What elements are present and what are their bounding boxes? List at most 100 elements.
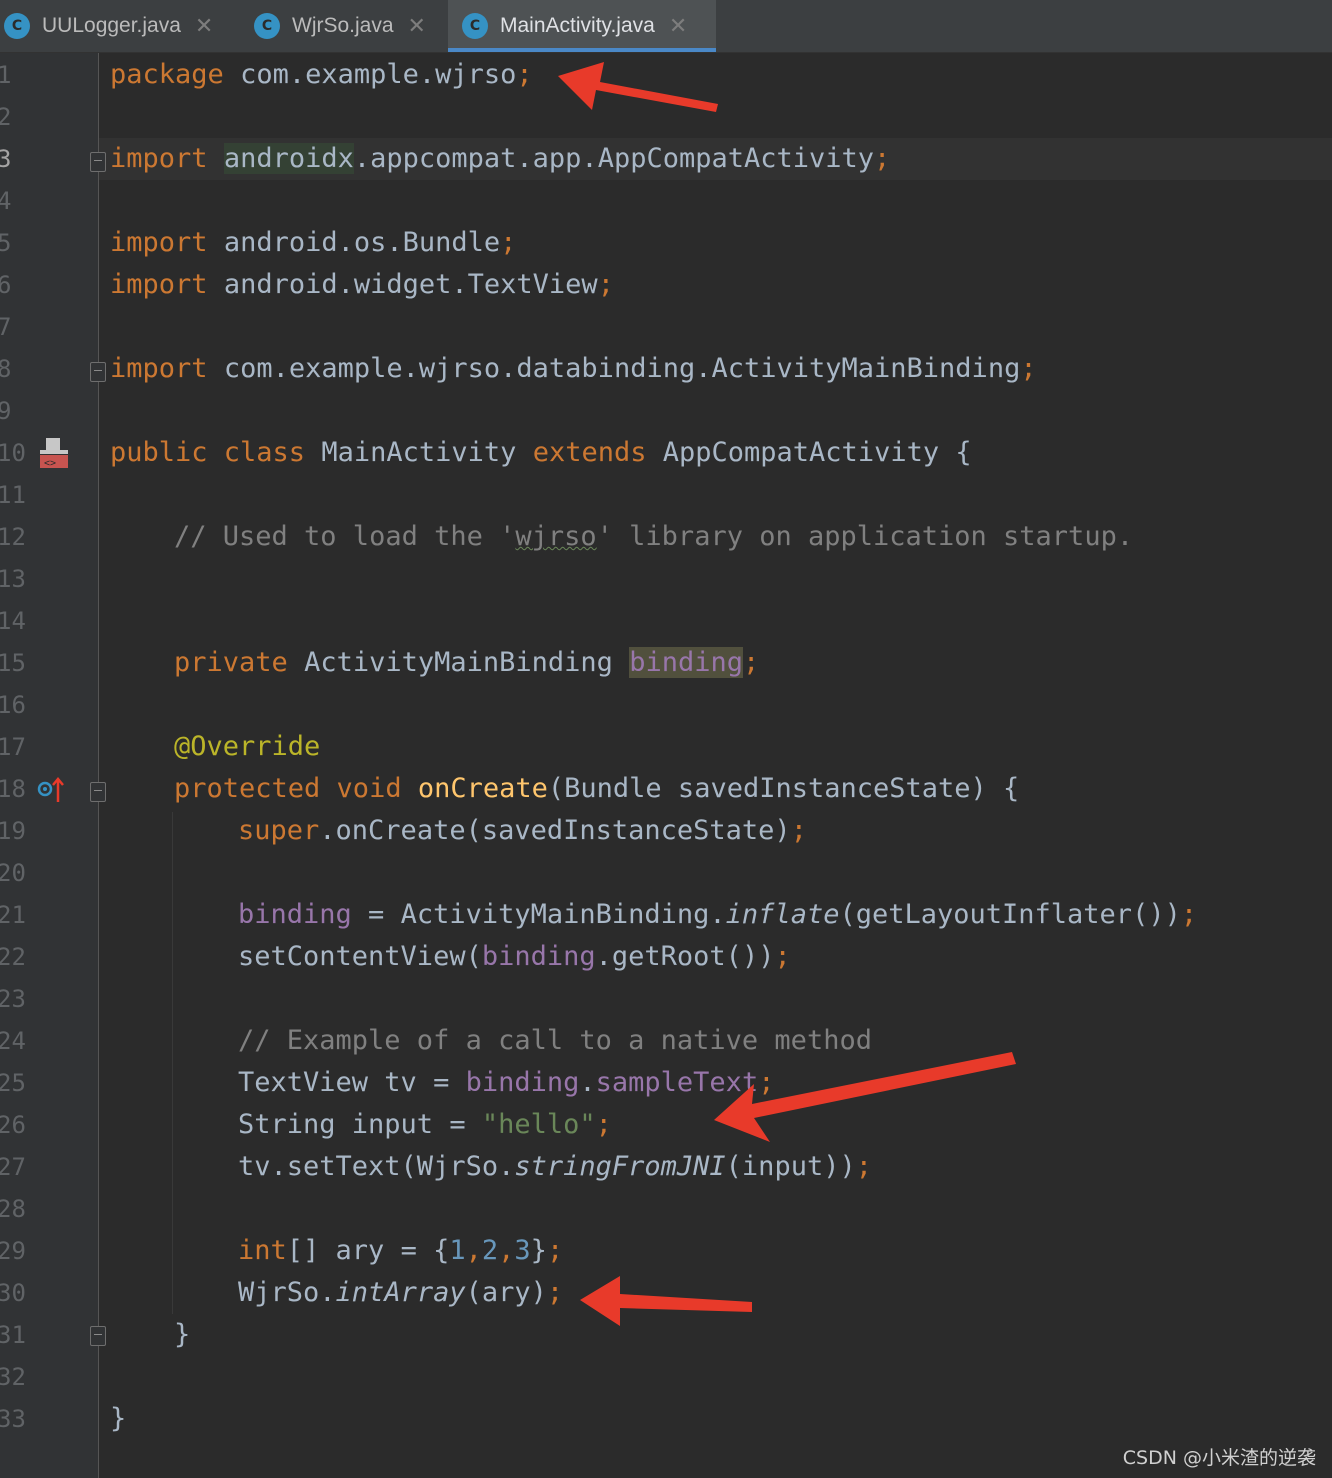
field-name: sampleText (595, 1067, 759, 1098)
line-number[interactable]: 28 (0, 1188, 37, 1230)
code-line-17[interactable]: @Override (174, 726, 320, 768)
line-number[interactable]: 6 (0, 264, 37, 306)
close-icon[interactable]: ✕ (408, 14, 426, 39)
line-number[interactable]: 26 (0, 1104, 37, 1146)
line-number[interactable]: 9 (0, 390, 37, 432)
line-number[interactable]: 31 (0, 1314, 37, 1356)
semicolon: ; (1180, 899, 1198, 930)
line-number[interactable]: 33 (0, 1398, 37, 1440)
code-line-1[interactable]: package com.example.wjrso; (110, 54, 533, 96)
line-number[interactable]: 19 (0, 810, 37, 852)
code-line-18[interactable]: protected void onCreate(Bundle savedInst… (174, 768, 1019, 810)
line-number[interactable]: 12 (0, 516, 37, 558)
line-number[interactable]: 5 (0, 222, 37, 264)
comma: , (465, 1235, 482, 1266)
tab-mainactivity[interactable]: C MainActivity.java ✕ (448, 0, 716, 52)
field-name: binding (238, 899, 352, 930)
code-line-5[interactable]: import android.os.Bundle; (110, 222, 516, 264)
code-line-25[interactable]: TextView tv = binding.sampleText; (238, 1062, 774, 1104)
close-icon[interactable]: ✕ (669, 14, 687, 39)
line-number[interactable]: 13 (0, 558, 37, 600)
code-line-29[interactable]: int[] ary = {1,2,3}; (238, 1230, 563, 1272)
field-name: binding (629, 647, 743, 678)
semicolon: ; (790, 815, 807, 846)
dot: . (579, 1067, 596, 1098)
declaration: [] ary = { (286, 1235, 450, 1266)
indent-guide (172, 812, 173, 1314)
brace: } (110, 1403, 127, 1434)
code-line-33[interactable]: } (110, 1398, 126, 1440)
string-literal: "hello" (481, 1109, 596, 1140)
keyword: import (110, 143, 208, 174)
line-number[interactable]: 20 (0, 852, 37, 894)
line-number[interactable]: 23 (0, 978, 37, 1020)
semicolon: ; (595, 1109, 612, 1140)
parent-class: AppCompatActivity (662, 437, 940, 468)
static-method: intArray (335, 1277, 466, 1308)
call: (input)) (725, 1151, 856, 1182)
code-line-6[interactable]: import android.widget.TextView; (110, 264, 614, 306)
code-line-26[interactable]: String input = "hello"; (238, 1104, 612, 1146)
keyword: import (110, 353, 208, 384)
code-line-27[interactable]: tv.setText(WjrSo.stringFromJNI(input)); (238, 1146, 872, 1188)
line-number[interactable]: 4 (0, 180, 37, 222)
line-number[interactable]: 16 (0, 684, 37, 726)
code-line-15[interactable]: private ActivityMainBinding binding; (174, 642, 759, 684)
comment: // Example of a call to a native method (238, 1025, 872, 1056)
keyword: int (238, 1235, 287, 1266)
fold-marker[interactable] (90, 1326, 106, 1346)
line-number[interactable]: 25 (0, 1062, 37, 1104)
number-literal: 3 (514, 1235, 531, 1266)
code-line-10[interactable]: public class MainActivity extends AppCom… (110, 432, 972, 474)
fold-marker[interactable] (90, 782, 106, 802)
line-number[interactable]: 27 (0, 1146, 37, 1188)
line-number[interactable]: 10 (0, 432, 37, 474)
code-line-22[interactable]: setContentView(binding.getRoot()); (238, 936, 791, 978)
semicolon: ; (1020, 353, 1037, 384)
import-path: android.os.Bundle (223, 227, 501, 258)
line-number[interactable]: 17 (0, 726, 37, 768)
tab-label: MainActivity.java (500, 14, 655, 37)
line-number[interactable]: 7 (0, 306, 37, 348)
line-number[interactable]: 30 (0, 1272, 37, 1314)
line-number[interactable]: 29 (0, 1230, 37, 1272)
fold-marker[interactable] (90, 152, 106, 172)
typo-word: wjrso (515, 521, 597, 552)
line-number[interactable]: 15 (0, 642, 37, 684)
tab-label: UULogger.java (42, 14, 181, 37)
line-number[interactable]: 32 (0, 1356, 37, 1398)
code-line-30[interactable]: WjrSo.intArray(ary); (238, 1272, 563, 1314)
static-method: inflate (725, 899, 840, 930)
code-line-12[interactable]: // Used to load the 'wjrso' library on a… (174, 516, 1133, 558)
line-number[interactable]: 24 (0, 1020, 37, 1062)
fold-marker[interactable] (90, 362, 106, 382)
call: .onCreate(savedInstanceState) (319, 815, 791, 846)
tab-uulogger[interactable]: C UULogger.java ✕ (4, 0, 236, 52)
code-line-8[interactable]: import com.example.wjrso.databinding.Act… (110, 348, 1037, 390)
implemented-layout-icon[interactable]: <> (38, 436, 70, 470)
code-line-24[interactable]: // Example of a call to a native method (238, 1020, 872, 1062)
keyword: extends (532, 437, 647, 468)
tab-wjrso[interactable]: C WjrSo.java ✕ (254, 0, 442, 52)
call: tv.setText(WjrSo. (238, 1151, 515, 1182)
close-icon[interactable]: ✕ (195, 14, 213, 39)
code-line-21[interactable]: binding = ActivityMainBinding.inflate(ge… (238, 894, 1197, 936)
line-number[interactable]: 11 (0, 474, 37, 516)
class-name: MainActivity (321, 437, 517, 468)
line-number[interactable]: 1 (0, 54, 37, 96)
line-number[interactable]: 22 (0, 936, 37, 978)
line-number[interactable]: 18 (0, 768, 37, 810)
line-number[interactable]: 14 (0, 600, 37, 642)
tab-label: WjrSo.java (292, 14, 394, 37)
line-number[interactable]: 21 (0, 894, 37, 936)
line-number[interactable]: 3 (0, 138, 37, 180)
semicolon: ; (597, 269, 614, 300)
line-number[interactable]: 2 (0, 96, 37, 138)
brace: } (530, 1235, 547, 1266)
line-number[interactable]: 8 (0, 348, 37, 390)
code-line-31[interactable]: } (174, 1314, 190, 1356)
code-line-19[interactable]: super.onCreate(savedInstanceState); (238, 810, 807, 852)
code-line-3[interactable]: import androidx.appcompat.app.AppCompatA… (110, 138, 890, 180)
override-method-icon[interactable] (36, 776, 66, 804)
parameters: (Bundle savedInstanceState) { (547, 773, 1020, 804)
